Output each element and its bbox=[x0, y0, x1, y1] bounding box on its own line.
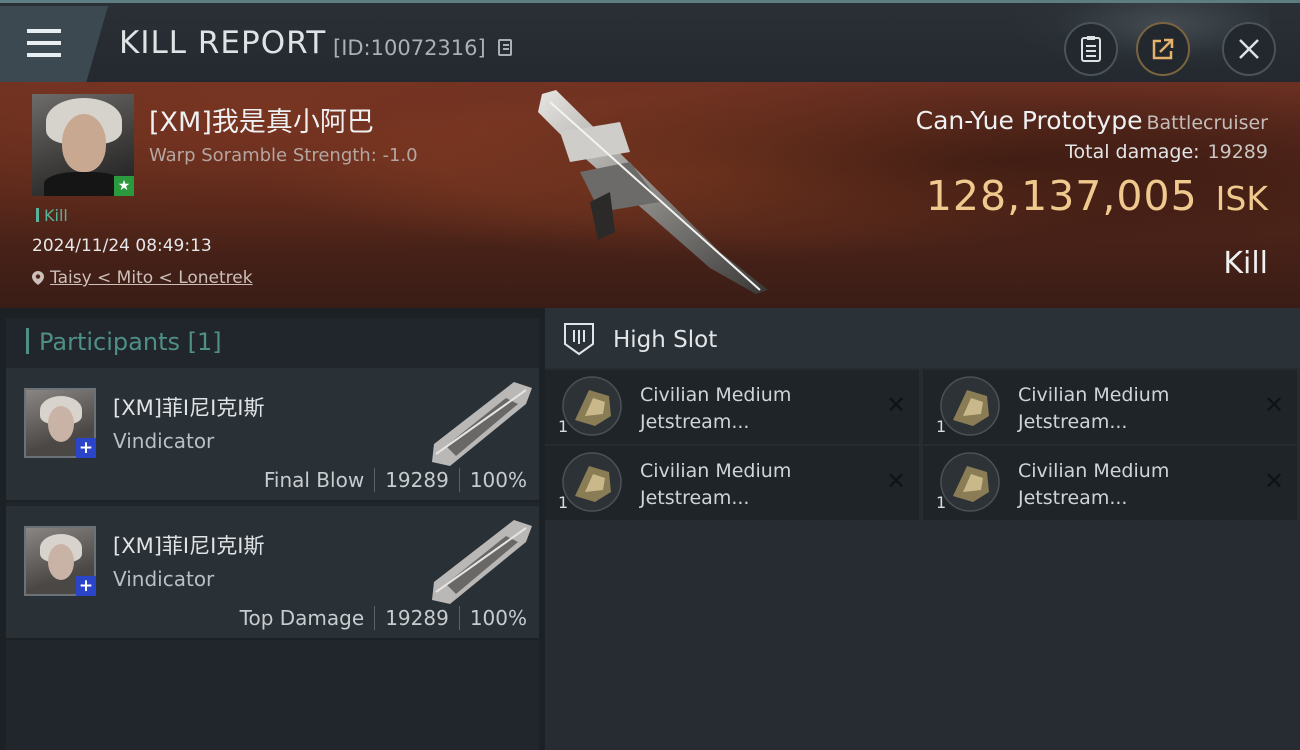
module-name: Civilian Medium Jetstream... bbox=[640, 458, 880, 512]
result-label: Kill bbox=[1223, 246, 1268, 281]
participant-name: [XM]菲I尼I克I斯 bbox=[113, 396, 265, 420]
header-bar: KILL REPORT [ID:10072316] bbox=[0, 0, 1300, 82]
module-image bbox=[562, 452, 622, 512]
close-icon bbox=[1239, 39, 1259, 59]
victim-ship: Can-Yue Prototype Battlecruiser bbox=[916, 106, 1268, 135]
page-title: KILL REPORT bbox=[119, 25, 327, 61]
report-id: [ID:10072316] bbox=[333, 36, 486, 60]
module-name-line1: Civilian Medium bbox=[640, 384, 792, 406]
module-image bbox=[562, 376, 622, 436]
module-image bbox=[940, 376, 1000, 436]
participant-stats: Final Blow 19289 100% bbox=[264, 468, 527, 492]
module-item[interactable]: 1 Civilian Medium Jetstream... ✕ bbox=[545, 370, 919, 444]
total-damage-value: 19289 bbox=[1207, 141, 1268, 163]
module-name: Civilian Medium Jetstream... bbox=[1018, 382, 1258, 436]
module-item[interactable]: 1 Civilian Medium Jetstream... ✕ bbox=[923, 370, 1297, 444]
copy-icon[interactable] bbox=[498, 39, 512, 56]
plus-icon: + bbox=[76, 438, 96, 458]
module-quantity: 1 bbox=[558, 417, 569, 436]
kill-location[interactable]: Taisy < Mito < Lonetrek bbox=[32, 268, 253, 288]
total-damage-label: Total damage: bbox=[1065, 141, 1200, 163]
module-name: Civilian Medium Jetstream... bbox=[1018, 458, 1258, 512]
module-name-line1: Civilian Medium bbox=[1018, 460, 1170, 482]
participant-percent: 100% bbox=[469, 468, 527, 492]
participant-ship: Vindicator bbox=[113, 429, 215, 453]
close-button[interactable] bbox=[1222, 22, 1276, 76]
participants-panel: Participants [1] + [XM]菲I尼I克I斯 Vindicato… bbox=[6, 318, 539, 750]
module-quantity: 1 bbox=[936, 493, 947, 512]
close-icon: ✕ bbox=[885, 467, 907, 495]
module-name-line2: Jetstream... bbox=[1018, 411, 1128, 433]
module-name: Civilian Medium Jetstream... bbox=[640, 382, 880, 436]
high-slot-panel: High Slot 1 Civilian Medium Jetstream... … bbox=[545, 308, 1300, 750]
share-icon bbox=[1152, 38, 1174, 60]
participants-title: Participants [1] bbox=[26, 328, 222, 356]
kill-tag: Kill bbox=[36, 206, 68, 225]
participant-name: [XM]菲I尼I克I斯 bbox=[113, 534, 265, 558]
victim-ship-image bbox=[538, 90, 768, 294]
plus-icon: + bbox=[76, 576, 96, 596]
participant-damage: 19289 bbox=[385, 468, 449, 492]
module-name-line1: Civilian Medium bbox=[640, 460, 792, 482]
participant-role: Final Blow bbox=[263, 468, 365, 492]
module-image bbox=[940, 452, 1000, 512]
module-quantity: 1 bbox=[558, 493, 569, 512]
high-slot-header: High Slot bbox=[545, 308, 1300, 368]
location-link[interactable]: Taisy < Mito < Lonetrek bbox=[50, 268, 253, 288]
kill-datetime: 2024/11/24 08:49:13 bbox=[32, 236, 212, 256]
ship-class: Battlecruiser bbox=[1146, 112, 1268, 134]
close-icon: ✕ bbox=[1263, 467, 1285, 495]
module-quantity: 1 bbox=[936, 417, 947, 436]
module-item[interactable]: 1 Civilian Medium Jetstream... ✕ bbox=[923, 446, 1297, 520]
menu-button[interactable] bbox=[0, 6, 108, 82]
clipboard-button[interactable] bbox=[1064, 22, 1118, 76]
close-icon: ✕ bbox=[885, 391, 907, 419]
participant-percent: 100% bbox=[469, 606, 527, 630]
location-pin-icon bbox=[32, 271, 44, 285]
total-damage: Total damage: 19289 bbox=[1065, 141, 1268, 163]
module-item[interactable]: 1 Civilian Medium Jetstream... ✕ bbox=[545, 446, 919, 520]
participant-damage: 19289 bbox=[385, 606, 449, 630]
ship-name: Can-Yue Prototype bbox=[915, 106, 1143, 135]
close-icon: ✕ bbox=[1263, 391, 1285, 419]
warp-scramble-strength: Warp Soramble Strength: -1.0 bbox=[149, 145, 418, 166]
module-name-line2: Jetstream... bbox=[640, 411, 750, 433]
module-name-line2: Jetstream... bbox=[640, 487, 750, 509]
victim-name: [XM]我是真小阿巴 bbox=[149, 107, 374, 138]
share-button[interactable] bbox=[1136, 22, 1190, 76]
isk-amount: 128,137,005 bbox=[925, 172, 1198, 220]
high-slot-title: High Slot bbox=[613, 327, 718, 353]
module-name-line2: Jetstream... bbox=[1018, 487, 1128, 509]
star-icon: ★ bbox=[114, 176, 134, 196]
participant-row[interactable]: + [XM]菲I尼I克I斯 Vindicator Final Blow 19289… bbox=[6, 368, 539, 502]
isk-unit: ISK bbox=[1215, 179, 1268, 218]
module-name-line1: Civilian Medium bbox=[1018, 384, 1170, 406]
participant-ship-image bbox=[432, 382, 532, 466]
isk-value: 128,137,005 ISK bbox=[926, 172, 1268, 220]
participant-role: Top Damage bbox=[239, 606, 365, 630]
participant-ship-image bbox=[432, 520, 532, 604]
participant-ship: Vindicator bbox=[113, 567, 215, 591]
clipboard-icon bbox=[1081, 36, 1101, 62]
participant-stats: Top Damage 19289 100% bbox=[240, 606, 527, 630]
kill-banner: ★ [XM]我是真小阿巴 Warp Soramble Strength: -1.… bbox=[0, 82, 1300, 308]
high-slot-icon bbox=[564, 323, 594, 356]
participant-row[interactable]: + [XM]菲I尼I克I斯 Vindicator Top Damage 19289… bbox=[6, 506, 539, 640]
